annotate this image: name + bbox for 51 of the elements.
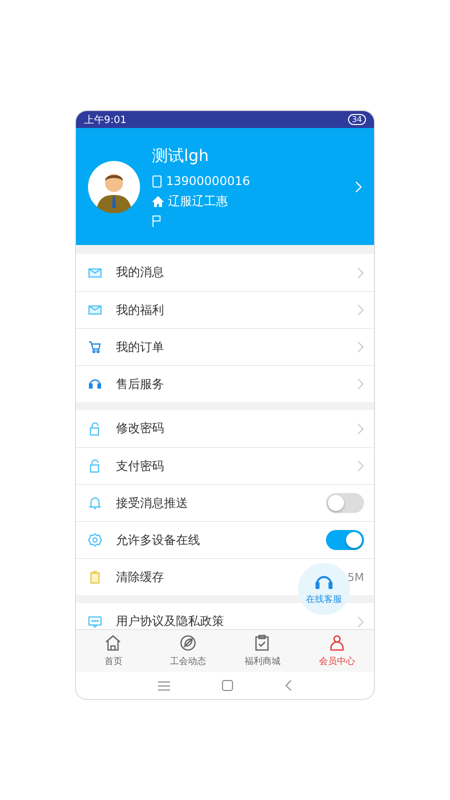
home-button-icon[interactable] [222, 680, 233, 691]
menu-label: 允许多设备在线 [116, 532, 200, 548]
tab[interactable]: 工会动态 [150, 630, 225, 672]
toggle-switch[interactable] [326, 493, 364, 513]
leaf-icon [178, 634, 197, 652]
organization: 辽服辽工惠 [168, 193, 228, 210]
menu-icon[interactable] [158, 680, 170, 690]
chevron-icon [357, 341, 364, 353]
flag-icon [152, 215, 161, 227]
tab[interactable]: 福利商城 [225, 630, 300, 672]
menu-label: 我的订单 [116, 338, 164, 356]
chat-icon [88, 614, 102, 628]
chevron-icon [357, 304, 364, 316]
home-icon [104, 634, 122, 652]
chevron-icon [355, 180, 362, 192]
chevron-icon [357, 422, 364, 434]
envelope-icon [88, 266, 102, 280]
bell-icon [88, 496, 102, 510]
menu-label: 支付密码 [116, 458, 164, 474]
menu-label: 售后服务 [116, 376, 164, 392]
toggle-switch[interactable] [326, 530, 364, 550]
phone-icon [152, 174, 162, 188]
menu-label: 用户协议及隐私政策 [116, 613, 224, 629]
cart-icon [88, 340, 102, 354]
phone-number: 13900000016 [166, 174, 250, 188]
chevron-icon [357, 378, 364, 390]
status-time: 上午9:01 [84, 114, 126, 126]
clipboard-icon [253, 634, 272, 652]
menu-label: 接受消息推送 [116, 494, 188, 512]
tab[interactable]: 首页 [76, 630, 150, 672]
member-icon [328, 634, 346, 652]
avatar [88, 160, 140, 212]
trash-icon [88, 570, 102, 584]
menu-label: 我的福利 [116, 302, 164, 318]
envelope-icon [88, 303, 102, 317]
chevron-icon [357, 460, 364, 472]
chevron-icon [357, 266, 364, 278]
home-icon [152, 196, 164, 207]
gear-icon [88, 533, 102, 547]
back-icon[interactable] [285, 680, 292, 691]
menu-label: 清除缓存 [116, 568, 164, 586]
chevron-icon [357, 616, 364, 628]
tab[interactable]: 会员中心 [300, 630, 374, 672]
user-name: 测试lgh [152, 146, 210, 167]
cache-size: 5M [348, 570, 364, 584]
battery-level: 34 [348, 114, 366, 125]
headset-icon [88, 377, 102, 391]
lock-icon [88, 459, 102, 473]
menu-label: 修改密码 [116, 420, 164, 437]
menu-label: 我的消息 [116, 264, 164, 281]
lock-icon [88, 422, 102, 436]
